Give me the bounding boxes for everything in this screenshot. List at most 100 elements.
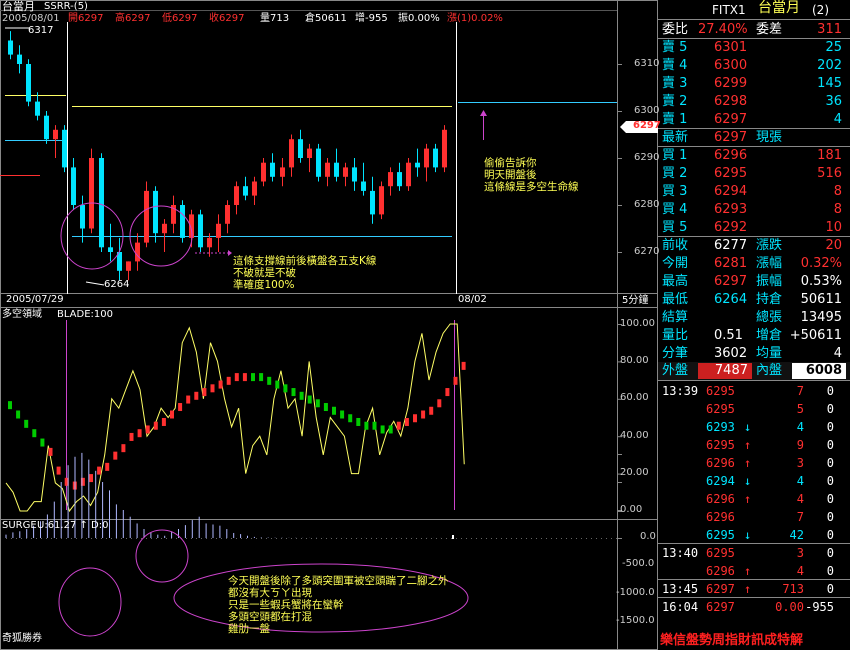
stat-value: 6264 [714,292,748,307]
interval-label[interactable]: 5分鐘 [622,296,648,306]
quote-date: 2005/08/01 [2,13,60,24]
candle-body [225,205,230,224]
annotation-support: 這條支撐線前後橫盤各五支K線 不破就是不破 準確度100% [233,255,376,291]
stat-label: 最高 [662,274,689,289]
ask-volume: 36 [825,94,842,109]
blade-bar [24,419,29,428]
outer-value: 7487 [698,363,752,379]
tick-change: 0 [826,438,834,452]
panel-header: FITX1 台當月 (2) [658,0,850,18]
tick-time: 16:04 [662,600,699,614]
blade-bar [340,410,345,419]
candle-body [198,214,203,248]
candle-body [153,190,158,234]
tick-row: 6294 ↓ 4 0 [658,472,850,490]
blade-bar [396,421,401,430]
candle-body [234,186,239,205]
banner-text: 樂信盤勢周指財訊成特解 [660,633,804,648]
tick-arrow: ↑ [744,492,752,506]
quote-oi: 倉50611 [305,13,347,24]
candle-body [334,162,339,177]
blade-y-tick: 20.00 [620,467,649,478]
y-tick: 6280 [634,199,660,210]
annotation-line: 多頭空頭都在打混 [228,611,312,623]
candle-body [89,158,94,229]
stat-value: 0.32% [800,256,842,271]
surge-y-tick: -1500.0 [616,615,655,626]
blade-title: 多空領域 [2,309,42,320]
candle-body [343,167,348,177]
annotation-line: 只是一些蝦兵蟹將在蠻幹 [228,599,344,611]
blade-bar [404,417,409,426]
blade-bar [323,403,328,412]
bid-volume: 8 [833,202,842,217]
blade-bar [186,395,191,404]
tick-price: 6295 [706,402,735,416]
tick-row: 6296 ↑ 3 0 [658,454,850,472]
blade-bar [161,417,166,426]
candle-body [252,181,257,196]
annotation-line: 雞肋一盤 [228,623,270,635]
blade-y-tick: 40.00 [620,430,649,441]
tick-change: 0 [826,582,834,596]
chart-canvas[interactable] [0,0,658,650]
tick-volume: 4 [796,474,804,488]
stat-row: 最低 6264 持倉 50611 [658,291,850,309]
tick-change: 0 [826,528,834,542]
date-left: 2005/07/29 [6,294,64,305]
symbol-suffix[interactable]: (2) [812,2,829,18]
quote-close: 收6297 [209,13,245,24]
blade-bar [429,406,434,415]
tick-volume: 0.00 [775,600,804,614]
blade-bar [267,376,272,385]
last-price: 6297 [714,130,748,145]
tick-change: 0 [826,384,834,398]
tick-volume: 5 [796,402,804,416]
blade-bar [202,388,207,397]
blade-bar [218,380,223,389]
tick-time: 13:40 [662,546,699,560]
annotation-line: 不破就是不破 [233,267,296,279]
ask-label: 賣 1 [662,112,688,127]
stat-label: 漲幅 [756,256,783,271]
candle-body [108,247,113,252]
bid-volume: 181 [817,148,842,163]
blade-bar [364,421,369,430]
stat-row: 今開 6281 漲幅 0.32% [658,255,850,273]
tick-price: 6295 [706,528,735,542]
main-title: 台當月 [2,0,35,13]
candle-body [126,261,131,271]
outer-inner-row: 外盤 7487 內盤 6008 [658,362,850,380]
blade-bar [153,421,158,430]
candle-body [307,148,312,158]
tick-volume: 4 [796,420,804,434]
candle-body [144,190,149,243]
candle-body [44,115,49,140]
bid-price: 6294 [714,184,748,199]
indicator-name: SSRR-(5) [44,1,88,12]
annotation-line: 這條支撐線前後橫盤各五支K線 [233,255,377,267]
stat-row: 量比 0.51 增倉 +50611 [658,327,850,345]
stat-value: 6281 [714,256,748,271]
bid-volume: 8 [833,184,842,199]
bid-price: 6295 [714,166,748,181]
bid-label: 買 4 [662,202,688,217]
blade-bar [234,373,239,382]
blade-bar [89,474,93,483]
blade-bar [251,373,255,382]
blade-bar [16,410,21,419]
low-label: 6264 [104,279,130,290]
tick-volume: 713 [782,582,804,596]
tick-time: 13:45 [662,582,699,596]
tick-row: 13:39 6295 7 0 [658,382,850,400]
candle-body [216,223,221,238]
ask-price: 6299 [714,76,748,91]
ask-price: 6301 [714,40,748,55]
candle-body [433,148,438,168]
tick-row: 6293 ↓ 4 0 [658,418,850,436]
blade-bar [56,466,61,475]
candle-body [270,162,275,177]
candle-body [325,162,330,177]
annotation-lifeline: 偷偷告訴你 明天開盤後 這條線是多空生命線 [484,157,579,193]
blade-bar [121,444,126,453]
